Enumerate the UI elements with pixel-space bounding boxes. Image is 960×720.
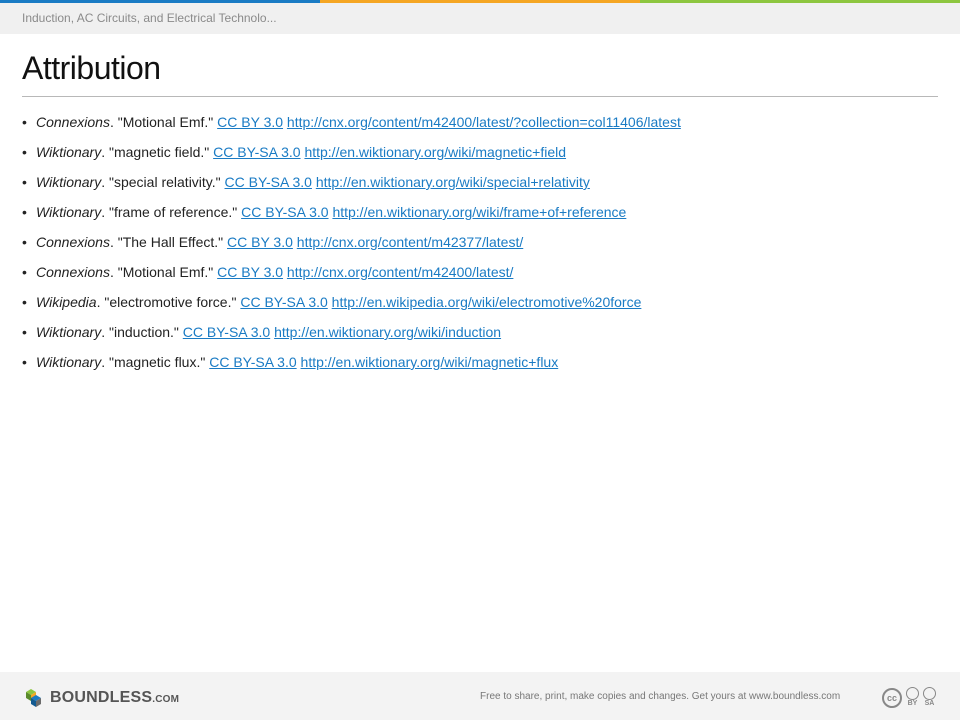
bullet: • bbox=[22, 294, 27, 310]
cube-cluster-icon bbox=[26, 689, 41, 707]
attribution-item: • Wikipedia. "electromotive force." CC BY… bbox=[22, 293, 942, 323]
attribution-item: • Connexions. "Motional Emf." CC BY 3.0 h… bbox=[22, 263, 942, 293]
source-separator: . bbox=[101, 204, 110, 220]
item-title: "The Hall Effect." bbox=[117, 234, 224, 250]
source-name: Connexions bbox=[36, 234, 110, 250]
bullet: • bbox=[22, 144, 27, 160]
source-name: Wiktionary bbox=[36, 354, 102, 370]
source-name: Wiktionary bbox=[36, 324, 102, 340]
page-title: Attribution bbox=[22, 50, 161, 86]
source-separator: . bbox=[101, 174, 110, 190]
license-link[interactable]: CC BY-SA 3.0 bbox=[213, 144, 300, 160]
source-separator: . bbox=[109, 234, 118, 250]
item-title: "induction." bbox=[109, 324, 179, 340]
boundless-logo[interactable]: BOUNDLESS.COM bbox=[22, 688, 179, 708]
cc-icon: cc bbox=[882, 687, 902, 708]
item-title: "frame of reference." bbox=[109, 204, 238, 220]
cc-sa-icon: SA bbox=[923, 687, 936, 708]
source-separator: . bbox=[101, 144, 110, 160]
source-url-link[interactable]: http://en.wiktionary.org/wiki/magnetic+f… bbox=[301, 354, 559, 370]
source-name: Wiktionary bbox=[36, 144, 102, 160]
bullet: • bbox=[22, 234, 27, 250]
footer-note: Free to share, print, make copies and ch… bbox=[480, 691, 841, 702]
source-url-link[interactable]: http://en.wiktionary.org/wiki/magnetic+f… bbox=[304, 144, 566, 160]
source-url-link[interactable]: http://cnx.org/content/m42377/latest/ bbox=[297, 234, 523, 250]
attribution-item: • Connexions. "Motional Emf." CC BY 3.0 h… bbox=[22, 113, 942, 143]
attribution-item: • Wiktionary. "magnetic flux." CC BY-SA 3… bbox=[22, 353, 942, 383]
attribution-item: • Wiktionary. "frame of reference." CC BY… bbox=[22, 203, 942, 233]
item-title: "special relativity." bbox=[109, 174, 221, 190]
source-name: Wiktionary bbox=[36, 174, 102, 190]
bullet: • bbox=[22, 174, 27, 190]
source-separator: . bbox=[109, 264, 118, 280]
attribution-list: • Connexions. "Motional Emf." CC BY 3.0 h… bbox=[22, 113, 942, 383]
source-url-link[interactable]: http://en.wikipedia.org/wiki/electromoti… bbox=[332, 294, 642, 310]
bullet: • bbox=[22, 204, 27, 220]
bullet: • bbox=[22, 264, 27, 280]
attribution-item: • Connexions. "The Hall Effect." CC BY 3.… bbox=[22, 233, 942, 263]
source-separator: . bbox=[101, 324, 110, 340]
license-link[interactable]: CC BY 3.0 bbox=[227, 234, 293, 250]
cc-license-badge[interactable]: cc BY SA bbox=[882, 687, 936, 708]
attribution-item: • Wiktionary. "induction." CC BY-SA 3.0 h… bbox=[22, 323, 942, 353]
source-separator: . bbox=[109, 114, 118, 130]
breadcrumb: Induction, AC Circuits, and Electrical T… bbox=[22, 11, 277, 25]
attribution-item: • Wiktionary. "magnetic field." CC BY-SA … bbox=[22, 143, 942, 173]
license-link[interactable]: CC BY-SA 3.0 bbox=[209, 354, 296, 370]
source-separator: . bbox=[101, 354, 110, 370]
source-url-link[interactable]: http://en.wiktionary.org/wiki/induction bbox=[274, 324, 501, 340]
source-name: Wiktionary bbox=[36, 204, 102, 220]
item-title: "electromotive force." bbox=[104, 294, 237, 310]
source-url-link[interactable]: http://cnx.org/content/m42400/latest/ bbox=[287, 264, 513, 280]
bullet: • bbox=[22, 324, 27, 340]
footer: BOUNDLESS.COM Free to share, print, make… bbox=[0, 672, 960, 720]
bullet: • bbox=[22, 114, 27, 130]
item-title: "Motional Emf." bbox=[117, 264, 214, 280]
source-url-link[interactable]: http://en.wiktionary.org/wiki/special+re… bbox=[316, 174, 590, 190]
source-name: Wikipedia bbox=[36, 294, 97, 310]
logo-text: BOUNDLESS.COM bbox=[50, 689, 179, 707]
source-name: Connexions bbox=[36, 114, 110, 130]
header-bar: Induction, AC Circuits, and Electrical T… bbox=[0, 3, 960, 34]
item-title: "magnetic field." bbox=[109, 144, 210, 160]
logo-suffix: .COM bbox=[152, 694, 180, 705]
logo-main: BOUNDLESS bbox=[50, 689, 153, 706]
cc-sa-label: SA bbox=[924, 700, 935, 707]
source-url-link[interactable]: http://cnx.org/content/m42400/latest/?co… bbox=[287, 114, 681, 130]
cc-by-icon: BY bbox=[906, 687, 919, 708]
license-link[interactable]: CC BY-SA 3.0 bbox=[225, 174, 312, 190]
license-link[interactable]: CC BY-SA 3.0 bbox=[183, 324, 270, 340]
item-title: "magnetic flux." bbox=[109, 354, 206, 370]
source-url-link[interactable]: http://en.wiktionary.org/wiki/frame+of+r… bbox=[332, 204, 626, 220]
bullet: • bbox=[22, 354, 27, 370]
license-link[interactable]: CC BY 3.0 bbox=[217, 264, 283, 280]
attribution-item: • Wiktionary. "special relativity." CC BY… bbox=[22, 173, 942, 203]
title-divider bbox=[22, 96, 938, 97]
license-link[interactable]: CC BY 3.0 bbox=[217, 114, 283, 130]
cc-by-label: BY bbox=[907, 700, 918, 707]
license-link[interactable]: CC BY-SA 3.0 bbox=[241, 204, 328, 220]
source-name: Connexions bbox=[36, 264, 110, 280]
license-link[interactable]: CC BY-SA 3.0 bbox=[240, 294, 327, 310]
item-title: "Motional Emf." bbox=[117, 114, 214, 130]
